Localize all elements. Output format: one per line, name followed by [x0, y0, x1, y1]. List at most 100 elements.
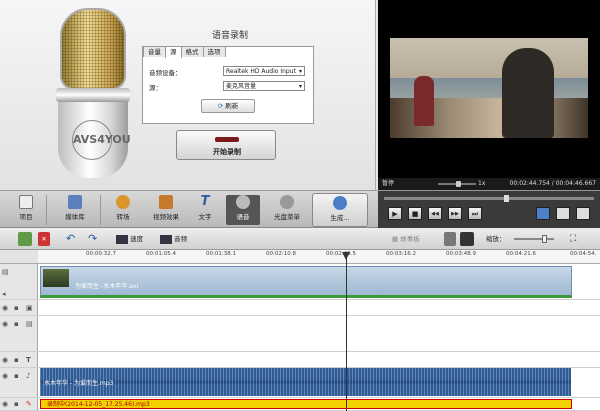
timeline-tracks: ▤ ◂ 为爱而生--水木年华.avi ◉ ▪ ▣ ◉ ▪ ▤ ◉ ▪ T ◉ ▪ ♪ 水木年华 -… — [0, 264, 600, 411]
fullscreen-icon[interactable] — [576, 207, 590, 220]
end-button[interactable]: ⏭ — [468, 207, 482, 220]
effects-icon: ▣ — [26, 304, 33, 312]
project-label: 项目 — [19, 213, 33, 221]
audio-clip[interactable]: 水木年华 - 为爱而生.mp3 — [40, 368, 571, 396]
voiceover-icon[interactable] — [444, 232, 456, 246]
add-icon[interactable] — [18, 232, 32, 246]
eye-icon[interactable]: ◉ — [2, 320, 11, 328]
recording-clip[interactable]: 录制中(2014-12-05_17.25.46).mp3 — [40, 399, 572, 409]
time-readout: 00:02:44.754 / 00:04:46.667 — [509, 180, 596, 187]
timeline-toolbar: ✕ ↶ ↷ 速度 音频 ▦ 故事板 缩放： ⛶ — [0, 228, 600, 250]
speed-value: 1x — [478, 180, 486, 187]
video-clip[interactable]: 为爱而生--水木年华.avi — [40, 266, 572, 298]
storyboard-label: 故事板 — [400, 235, 420, 243]
snapshot-icon[interactable] — [556, 207, 570, 220]
toolbar-media-library[interactable]: 媒体库 — [58, 195, 92, 225]
undo-icon[interactable]: ↶ — [66, 232, 75, 246]
tab-volume[interactable]: 音量 — [143, 46, 166, 57]
timeline-ruler[interactable]: 00:00:32.7 00:01:05.4 00:01:38.1 00:02:1… — [38, 250, 600, 264]
transitions-label: 转场 — [116, 213, 130, 221]
text-track: ◉ ▪ T — [0, 352, 600, 368]
zoom-label: 缩放： — [486, 235, 506, 243]
ruler-tick: 00:01:05.4 — [146, 251, 176, 257]
media-library-label: 媒体库 — [65, 213, 85, 221]
toolbar-disc-menu[interactable]: 光盘菜单 — [268, 195, 306, 225]
text-track-icon: T — [26, 356, 31, 364]
next-frame-button[interactable]: ▶▶ — [448, 207, 462, 220]
redo-icon[interactable]: ↷ — [88, 232, 97, 246]
speed-button[interactable]: 速度 — [116, 232, 143, 246]
ruler-tick: 00:00:32.7 — [86, 251, 116, 257]
tab-format[interactable]: 格式 — [180, 46, 204, 57]
stop-button[interactable]: ■ — [408, 207, 422, 220]
voice-track: ◉ ▪ ✎ 录制中(2014-12-05_17.25.46).mp3 — [0, 398, 600, 411]
source-select[interactable]: 麦克风音量 — [223, 81, 305, 91]
tab-options[interactable]: 选项 — [202, 46, 226, 57]
eye-icon[interactable]: ◉ — [2, 372, 11, 380]
device-label: 音频设备： — [149, 69, 182, 77]
voice-label: 语音 — [236, 213, 250, 221]
play-button[interactable]: ▶ — [388, 207, 402, 220]
volume-slider[interactable] — [438, 181, 476, 187]
storyboard-icon: ▦ — [392, 235, 401, 243]
video-frame — [390, 38, 588, 138]
delete-icon[interactable]: ✕ — [38, 232, 50, 246]
video-track-header: ▤ ◂ — [0, 264, 38, 299]
main-toolbar: 项目 媒体库 转场 视频效果 T 文字 语音 光盘菜单 生成... ▶ ■ ◀◀ … — [0, 190, 600, 229]
toolbar-video-effects[interactable]: 视频效果 — [146, 195, 186, 225]
audio-device-select[interactable]: Realtek HD Audio Input — [223, 66, 305, 76]
fit-icon[interactable]: ⛶ — [570, 232, 576, 246]
video-track-icon: ▤ — [2, 268, 9, 276]
voice-recorder-panel: AVS4YOU 语音录制 音量 源 格式 选项 音频设备： Realtek HD… — [0, 0, 376, 190]
overlay-icon: ▤ — [26, 320, 33, 328]
toolbar-transitions[interactable]: 转场 — [108, 195, 138, 225]
toolbar-project[interactable]: 项目 — [12, 195, 40, 225]
eye-icon[interactable]: ◉ — [2, 356, 11, 364]
lock-icon[interactable]: ▪ — [14, 304, 23, 312]
mic-logo: AVS4YOU — [72, 120, 131, 160]
text-icon: T — [200, 194, 210, 209]
speed-label: 速度 — [130, 235, 144, 243]
disc-menu-label: 光盘菜单 — [274, 213, 300, 221]
tab-source[interactable]: 源 — [165, 46, 182, 58]
lock-icon[interactable]: ▪ — [14, 372, 23, 380]
monitor-icon[interactable] — [460, 232, 474, 246]
audio-track: ◉ ▪ ♪ 水木年华 - 为爱而生.mp3 — [0, 368, 600, 398]
lock-icon[interactable]: ▪ — [14, 320, 23, 328]
text-track-header: ◉ ▪ T — [0, 352, 38, 367]
track-link-icon[interactable]: ◂ — [2, 290, 11, 298]
ruler-tick: 00:03:48.9 — [446, 251, 476, 257]
lock-icon[interactable]: ▪ — [14, 400, 23, 408]
effects-track: ◉ ▪ ▣ — [0, 300, 600, 316]
start-recording-button[interactable]: 开始录制 — [176, 130, 276, 160]
audio-track-header: ◉ ▪ ♪ — [0, 368, 38, 397]
overlay-track-header: ◉ ▪ ▤ — [0, 316, 38, 351]
refresh-button[interactable]: ⟳ 刷新 — [201, 99, 255, 113]
ruler-tick: 00:04:21.6 — [506, 251, 536, 257]
source-label: 源： — [149, 84, 162, 92]
zoom-slider[interactable] — [514, 235, 554, 243]
toolbar-voice[interactable]: 语音 — [226, 195, 260, 225]
video-preview: 暂停 1x 00:02:44.754 / 00:04:46.667 — [378, 0, 600, 190]
audio-button[interactable]: 音频 — [160, 232, 187, 246]
lock-icon[interactable]: ▪ — [14, 356, 23, 364]
eye-icon[interactable]: ◉ — [2, 400, 11, 408]
ruler-tick: 00:02:10.8 — [266, 251, 296, 257]
ruler-corner — [0, 250, 38, 264]
video-effects-label: 视频效果 — [153, 213, 179, 221]
playhead[interactable] — [346, 254, 347, 411]
split-icon[interactable] — [536, 207, 550, 220]
project-icon — [19, 195, 33, 209]
voice-track-header: ◉ ▪ ✎ — [0, 398, 38, 410]
audio-clip-name: 水木年华 - 为爱而生.mp3 — [44, 380, 114, 387]
toolbar-produce[interactable]: 生成... — [312, 193, 368, 227]
disc-menu-icon — [280, 195, 294, 209]
recorder-settings: 音量 源 格式 选项 音频设备： Realtek HD Audio Input … — [142, 46, 314, 124]
toolbar-text[interactable]: T 文字 — [192, 195, 218, 225]
storyboard-button[interactable]: ▦ 故事板 — [392, 232, 420, 246]
overlay-track: ◉ ▪ ▤ — [0, 316, 600, 352]
seek-bar[interactable] — [384, 195, 594, 202]
video-clip-name: 为爱而生--水木年华.avi — [75, 283, 139, 290]
prev-frame-button[interactable]: ◀◀ — [428, 207, 442, 220]
eye-icon[interactable]: ◉ — [2, 304, 11, 312]
